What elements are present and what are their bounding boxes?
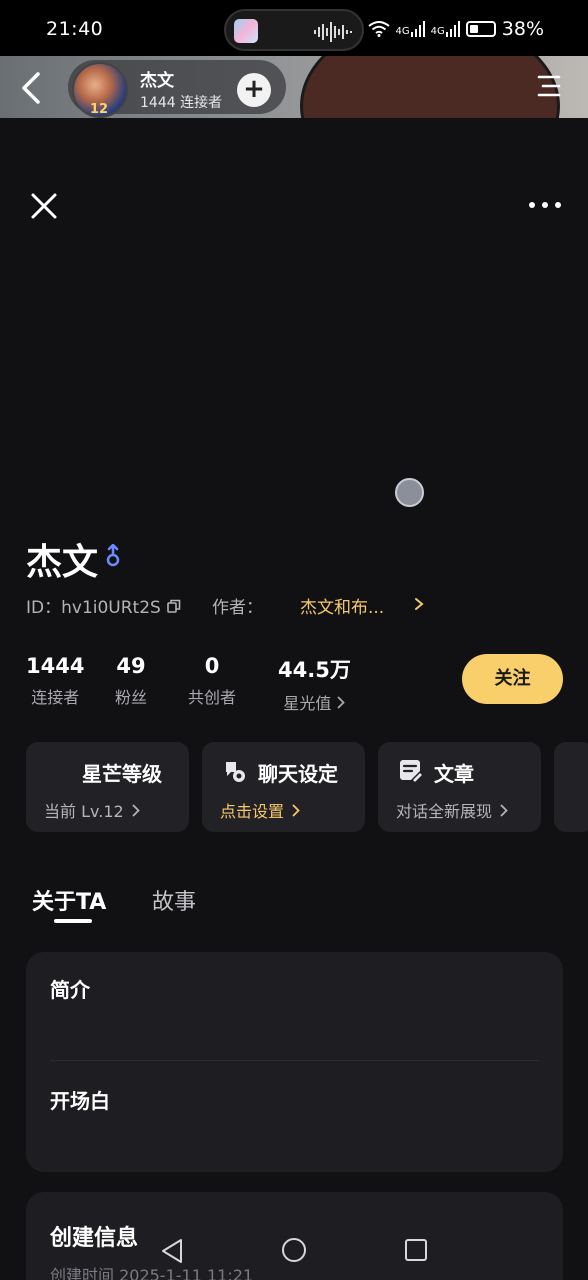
battery-percent: 38% <box>501 18 544 40</box>
audio-wave-icon <box>314 22 352 42</box>
article-icon <box>400 760 424 784</box>
character-chip[interactable]: 12 杰文 1444 连接者 + <box>68 60 286 118</box>
follow-button[interactable]: 关注 <box>462 654 563 704</box>
stat-co-creators[interactable]: 0 共创者 <box>188 654 236 708</box>
stat-value: 49 <box>116 654 146 678</box>
stat-label-text: 星光值 <box>283 694 332 713</box>
network-label-2: 4G <box>430 26 445 37</box>
divider <box>50 1060 539 1061</box>
stat-connections[interactable]: 1444 连接者 <box>26 654 84 708</box>
chevron-right-icon[interactable] <box>414 597 424 611</box>
card-subtitle: 点击设置 <box>220 798 300 822</box>
wifi-icon <box>367 21 390 37</box>
dynamic-island[interactable] <box>224 9 364 51</box>
tab-active-indicator <box>54 919 92 923</box>
chevron-right-icon <box>292 804 300 816</box>
author-link[interactable]: 杰文和布... <box>300 593 384 618</box>
stat-label: 共创者 <box>188 688 237 707</box>
stat-fans[interactable]: 49 粉丝 <box>115 654 147 708</box>
touch-indicator <box>395 478 424 507</box>
avatar-level-badge: 12 <box>90 102 109 117</box>
card-article[interactable]: 文章 对话全新展现 <box>378 742 541 832</box>
card-subtitle-text: 点击设置 <box>220 802 285 821</box>
author-label: 作者： <box>212 598 263 618</box>
header-connections: 1444 连接者 <box>140 95 223 111</box>
chat-settings-icon <box>226 762 245 782</box>
close-icon[interactable] <box>28 190 60 222</box>
character-id[interactable]: ID：hv1i0URt2S <box>26 593 181 618</box>
tab-story[interactable]: 故事 <box>152 884 196 916</box>
intro-title: 简介 <box>50 978 90 1002</box>
status-indicators: 4G 4G 38% <box>367 18 544 40</box>
tab-about[interactable]: 关于TA <box>32 884 106 916</box>
card-star-level[interactable]: 星芒等级 当前 Lv.12 <box>26 742 189 832</box>
stat-label: 连接者 <box>31 688 80 707</box>
card-subtitle: 对话全新展现 <box>396 798 508 822</box>
back-arrow-icon[interactable] <box>14 68 50 108</box>
signal-icon-2 <box>445 21 460 37</box>
card-more[interactable] <box>554 742 588 832</box>
card-title: 聊天设定 <box>258 762 338 786</box>
character-id-text: ID：hv1i0URt2S <box>26 598 161 618</box>
opening-title: 开场白 <box>50 1089 110 1113</box>
system-back-icon[interactable] <box>160 1238 184 1264</box>
profile-name: 杰文 <box>26 542 99 583</box>
card-subtitle-text: 对话全新展现 <box>396 802 493 821</box>
status-time: 21:40 <box>46 18 104 40</box>
stat-value: 0 <box>204 654 220 678</box>
male-gender-icon <box>106 544 120 567</box>
network-label-1: 4G <box>395 26 410 37</box>
chevron-right-icon <box>500 804 508 816</box>
system-recents-icon[interactable] <box>404 1238 428 1262</box>
header-character-name: 杰文 <box>140 71 174 91</box>
stat-value: 1444 <box>26 654 85 678</box>
chat-header: 12 杰文 1444 连接者 + <box>0 56 588 118</box>
card-subtitle-text: 当前 Lv.12 <box>44 802 124 821</box>
stat-value: 44.5万 <box>278 658 351 682</box>
system-home-icon[interactable] <box>281 1237 307 1263</box>
menu-icon[interactable] <box>536 74 562 98</box>
card-chat-settings[interactable]: 聊天设定 点击设置 <box>202 742 365 832</box>
more-options-icon[interactable] <box>528 196 562 214</box>
system-nav-bar <box>0 1222 588 1280</box>
status-bar: 21:40 4G 4G 38% <box>0 0 588 56</box>
stat-label: 星光值 <box>278 690 351 714</box>
about-panel: 简介 开场白 <box>26 952 563 1172</box>
add-button[interactable]: + <box>237 73 271 107</box>
battery-icon <box>465 21 496 37</box>
copy-icon[interactable] <box>167 599 181 613</box>
signal-icon-1 <box>410 21 425 37</box>
character-background-art <box>300 56 560 118</box>
chevron-right-icon <box>338 696 346 708</box>
media-app-icon <box>234 19 258 43</box>
stat-label: 粉丝 <box>115 688 148 707</box>
chevron-right-icon <box>132 804 140 816</box>
card-subtitle: 当前 Lv.12 <box>44 798 140 822</box>
card-title: 文章 <box>434 762 474 786</box>
card-title: 星芒等级 <box>82 762 162 786</box>
stat-starlight[interactable]: 44.5万 星光值 <box>278 654 351 714</box>
